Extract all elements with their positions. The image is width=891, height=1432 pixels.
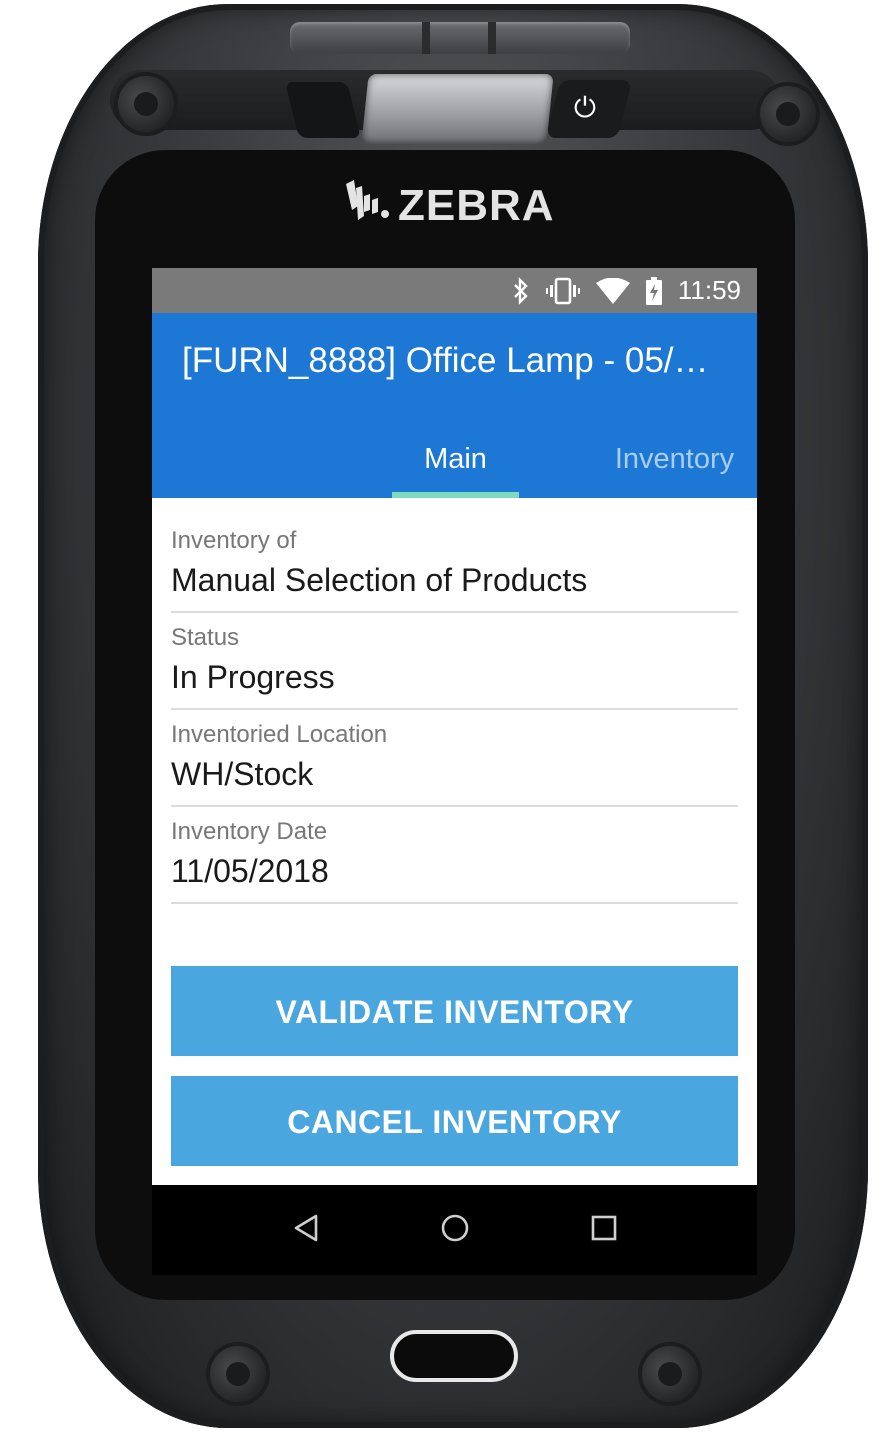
- wifi-icon: [595, 277, 630, 305]
- brand-text: ZEBRA: [398, 181, 555, 230]
- power-icon[interactable]: ⏻: [568, 91, 602, 125]
- field-label: Status: [171, 624, 240, 651]
- field-status[interactable]: Status In Progress: [171, 613, 738, 710]
- cancel-inventory-button[interactable]: CANCEL INVENTORY: [171, 1076, 738, 1166]
- status-time: 11:59: [677, 275, 741, 305]
- scanner-window: [361, 74, 554, 144]
- tab-main[interactable]: Main: [392, 438, 519, 498]
- field-value: 11/05/2018: [171, 853, 329, 889]
- navigation-bar: [152, 1185, 757, 1275]
- screen: 11:59 [FURN_8888] Office Lamp - 05/… Mai…: [152, 268, 757, 1275]
- tab-inventory[interactable]: Inventory: [592, 438, 757, 498]
- vibrate-icon: [545, 277, 580, 305]
- field-label: Inventory Date: [171, 818, 328, 845]
- home-icon[interactable]: [440, 1213, 470, 1248]
- brand-logo: ZEBRA: [342, 176, 572, 236]
- tab-selected-indicator: [392, 492, 519, 498]
- back-icon[interactable]: [292, 1213, 320, 1248]
- recents-icon[interactable]: [591, 1215, 617, 1246]
- tab-main-label: Main: [424, 443, 487, 475]
- screw-bottom-left: [210, 1346, 266, 1402]
- bluetooth-icon: [512, 276, 530, 305]
- field-inventory-of[interactable]: Inventory of Manual Selection of Product…: [171, 516, 738, 613]
- validate-inventory-button[interactable]: VALIDATE INVENTORY: [171, 966, 738, 1056]
- top-grip: [290, 22, 630, 54]
- hardware-home-button[interactable]: [390, 1330, 518, 1382]
- zebra-logo-icon: [346, 180, 389, 220]
- page-title: [FURN_8888] Office Lamp - 05/…: [182, 341, 709, 380]
- field-inventory-date[interactable]: Inventory Date 11/05/2018: [171, 807, 738, 904]
- field-inventoried-location[interactable]: Inventoried Location WH/Stock: [171, 710, 738, 807]
- screw-top-right: [760, 86, 816, 142]
- field-label: Inventory of: [171, 527, 297, 554]
- battery-charging-icon: [645, 276, 662, 305]
- field-value: Manual Selection of Products: [171, 562, 588, 598]
- status-bar: 11:59: [152, 268, 757, 313]
- app-bar: [FURN_8888] Office Lamp - 05/… Main Inve…: [152, 313, 757, 498]
- field-value: WH/Stock: [171, 756, 314, 792]
- field-label: Inventoried Location: [171, 721, 388, 748]
- screw-top-left: [118, 76, 174, 132]
- field-value: In Progress: [171, 659, 335, 695]
- screw-bottom-right: [642, 1346, 698, 1402]
- tab-inventory-label: Inventory: [614, 443, 735, 475]
